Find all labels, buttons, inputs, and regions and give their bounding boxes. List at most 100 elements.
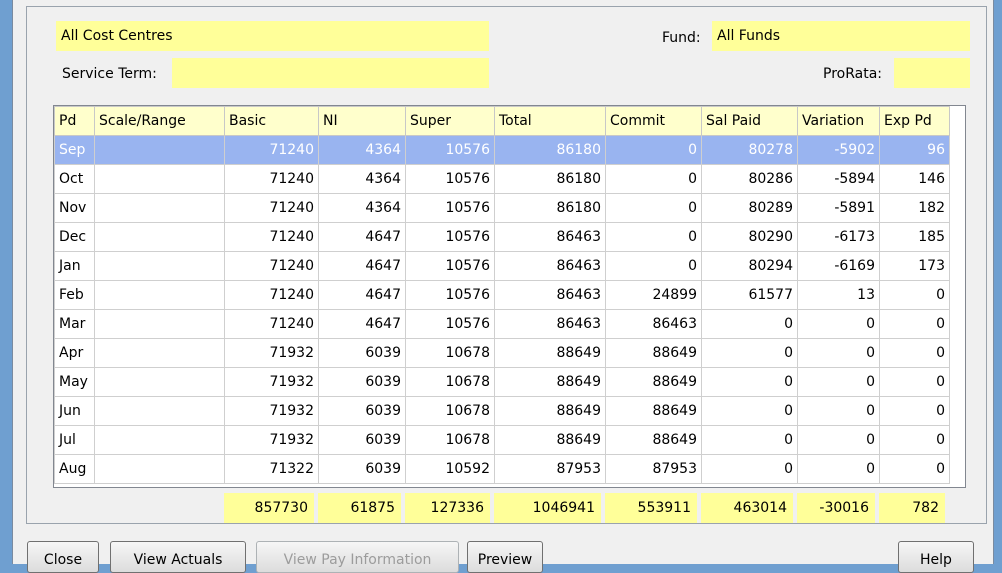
table-cell: 0: [605, 251, 702, 281]
column-header[interactable]: Variation: [797, 106, 880, 136]
table-cell: 86463: [494, 251, 606, 281]
table-row[interactable]: Jul 71932 6039 10678 88649 88649 0 0 0: [54, 425, 950, 455]
column-header[interactable]: Sal Paid: [701, 106, 798, 136]
column-header[interactable]: Basic: [224, 106, 319, 136]
table-cell: 10576: [405, 280, 495, 310]
table-row[interactable]: Jan 71240 4647 10576 86463 0 80294 -6169 173: [54, 251, 950, 281]
table-cell: 0: [879, 338, 950, 368]
help-button[interactable]: Help: [898, 541, 974, 573]
table-cell: 10678: [405, 425, 495, 455]
table-cell: 71932: [224, 396, 319, 426]
table-cell: 80278: [701, 135, 798, 165]
table-cell: Sep: [54, 135, 95, 165]
table-cell: 0: [797, 367, 880, 397]
table-cell: 10678: [405, 396, 495, 426]
table-cell: Mar: [54, 309, 95, 339]
table-cell: 0: [797, 338, 880, 368]
prorata-field[interactable]: [894, 58, 970, 88]
table-cell: 10576: [405, 309, 495, 339]
column-header[interactable]: Pd: [54, 106, 95, 136]
table-cell: 0: [701, 338, 798, 368]
table-cell: 10576: [405, 193, 495, 223]
prorata-label: ProRata:: [823, 66, 882, 82]
table-cell: 4364: [318, 193, 406, 223]
table-cell: 10576: [405, 135, 495, 165]
table-cell: 6039: [318, 454, 406, 484]
table-cell: 86180: [494, 193, 606, 223]
total-cell: 463014: [701, 493, 793, 523]
table-cell: [94, 396, 225, 426]
total-cell: 127336: [405, 493, 490, 523]
view-pay-information-button[interactable]: View Pay Information: [256, 541, 459, 573]
table-cell: 0: [797, 396, 880, 426]
table-cell: 71932: [224, 338, 319, 368]
table-cell: [94, 193, 225, 223]
table-row[interactable]: Sep 71240 4364 10576 86180 0 80278 -5902 96: [54, 135, 950, 165]
table-cell: 71240: [224, 251, 319, 281]
table-cell: 182: [879, 193, 950, 223]
service-term-label: Service Term:: [62, 66, 157, 82]
table-cell: [94, 338, 225, 368]
table-cell: -5891: [797, 193, 880, 223]
table-cell: 86463: [494, 280, 606, 310]
table-cell: 10678: [405, 338, 495, 368]
table-row[interactable]: Mar 71240 4647 10576 86463 86463 0 0 0: [54, 309, 950, 339]
table-cell: Jun: [54, 396, 95, 426]
view-actuals-button[interactable]: View Actuals: [110, 541, 246, 573]
table-cell: 71240: [224, 135, 319, 165]
column-header[interactable]: Exp Pd: [879, 106, 950, 136]
table-cell: 86180: [494, 164, 606, 194]
table-cell: Jan: [54, 251, 95, 281]
details-panel: All Cost Centres Fund: All Funds Service…: [26, 6, 987, 524]
table-cell: [94, 222, 225, 252]
table-cell: Oct: [54, 164, 95, 194]
column-header[interactable]: Super: [405, 106, 495, 136]
table-cell: 88649: [605, 367, 702, 397]
fund-field[interactable]: All Funds: [712, 21, 970, 51]
close-button[interactable]: Close: [27, 541, 99, 573]
table-row[interactable]: Dec 71240 4647 10576 86463 0 80290 -6173 185: [54, 222, 950, 252]
table-cell: 10576: [405, 164, 495, 194]
table-cell: 80290: [701, 222, 798, 252]
table-cell: Dec: [54, 222, 95, 252]
column-header[interactable]: Commit: [605, 106, 702, 136]
table-cell: 0: [605, 222, 702, 252]
table-row[interactable]: Nov 71240 4364 10576 86180 0 80289 -5891 182: [54, 193, 950, 223]
column-header[interactable]: NI: [318, 106, 406, 136]
table-cell: 0: [701, 309, 798, 339]
table-cell: [94, 309, 225, 339]
table-row[interactable]: Apr 71932 6039 10678 88649 88649 0 0 0: [54, 338, 950, 368]
total-cell: 553911: [605, 493, 697, 523]
table-row[interactable]: Feb 71240 4647 10576 86463 24899 61577 13 0: [54, 280, 950, 310]
table-cell: 80286: [701, 164, 798, 194]
table-cell: -5894: [797, 164, 880, 194]
table-cell: [94, 280, 225, 310]
total-cell: 1046941: [494, 493, 601, 523]
table-cell: 6039: [318, 396, 406, 426]
table-cell: [94, 367, 225, 397]
table-cell: 0: [879, 280, 950, 310]
table-cell: 0: [605, 135, 702, 165]
preview-button[interactable]: Preview: [467, 541, 543, 573]
table-row[interactable]: Oct 71240 4364 10576 86180 0 80286 -5894 146: [54, 164, 950, 194]
table-cell: Apr: [54, 338, 95, 368]
table-cell: 6039: [318, 367, 406, 397]
table-cell: 4647: [318, 222, 406, 252]
table-cell: May: [54, 367, 95, 397]
cost-centre-field[interactable]: All Cost Centres: [56, 21, 489, 51]
table-row[interactable]: May 71932 6039 10678 88649 88649 0 0 0: [54, 367, 950, 397]
table-cell: 0: [879, 309, 950, 339]
table-cell: 4647: [318, 280, 406, 310]
table-row[interactable]: Jun 71932 6039 10678 88649 88649 0 0 0: [54, 396, 950, 426]
column-header[interactable]: Scale/Range: [94, 106, 225, 136]
table-cell: 24899: [605, 280, 702, 310]
service-term-field[interactable]: [172, 58, 489, 88]
table-cell: 0: [879, 425, 950, 455]
table-cell: Aug: [54, 454, 95, 484]
table-cell: 88649: [494, 338, 606, 368]
table-cell: 86463: [494, 222, 606, 252]
table-row[interactable]: Aug 71322 6039 10592 87953 87953 0 0 0: [54, 454, 950, 484]
column-header[interactable]: Total: [494, 106, 606, 136]
table-cell: 0: [797, 425, 880, 455]
table-cell: 61577: [701, 280, 798, 310]
